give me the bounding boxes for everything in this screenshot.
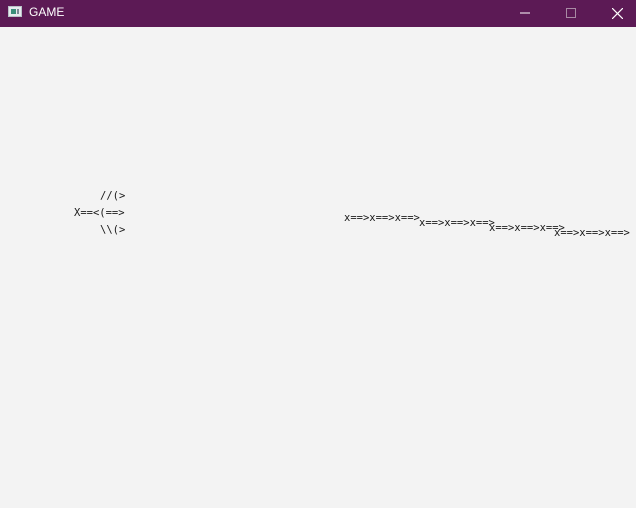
close-button[interactable] (594, 0, 636, 27)
close-icon (612, 8, 623, 19)
title-bar[interactable]: GAME (0, 0, 636, 27)
game-field: //(> X==<(==> \\(> x==>x==>x==> x==>x==>… (0, 27, 636, 508)
minimize-icon (520, 12, 530, 14)
enemy-group: x==>x==>x==> (344, 212, 420, 224)
enemy-group: x==>x==>x==> (554, 227, 630, 239)
enemy-group: x==>x==>x==> (419, 217, 495, 229)
maximize-icon (566, 8, 576, 18)
player-ship-top: //(> (100, 190, 126, 202)
player-ship-middle: X==<(==> (74, 207, 125, 219)
player-ship-bottom: \\(> (100, 224, 126, 236)
player-ship: //(> X==<(==> \\(> (74, 188, 154, 239)
game-window: GAME //(> X==<(==> \\(> x==>x==>x==> x==… (0, 0, 636, 508)
app-icon (8, 6, 22, 17)
minimize-button[interactable] (502, 0, 548, 27)
maximize-button[interactable] (548, 0, 594, 27)
window-title: GAME (29, 5, 65, 19)
